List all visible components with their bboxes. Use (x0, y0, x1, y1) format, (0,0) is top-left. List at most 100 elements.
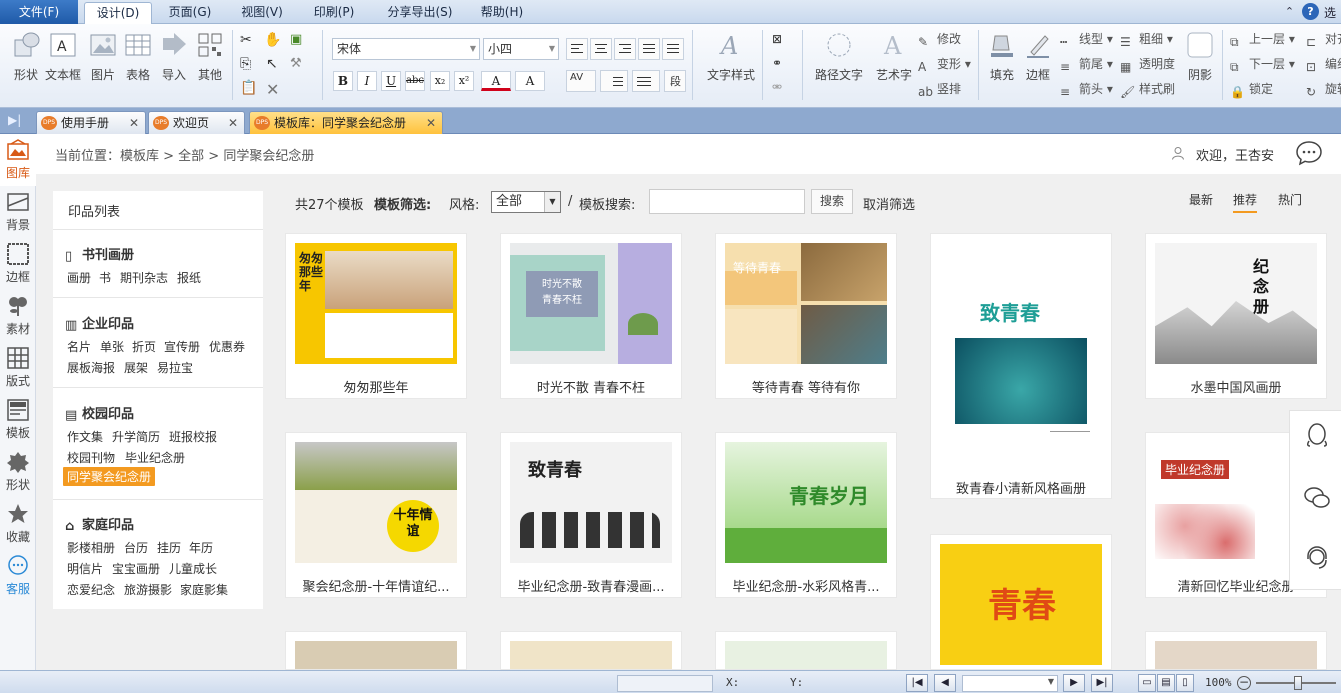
align-button[interactable]: ⊏对齐 (1306, 30, 1341, 49)
template-card[interactable]: 青春岁月 毕业纪念册-水彩风格青... (715, 432, 897, 598)
highlight-button[interactable]: A (515, 71, 545, 91)
textbox-button[interactable]: A 文本框 (45, 30, 81, 83)
justify-button[interactable] (638, 38, 660, 60)
superscript-button[interactable]: x² (454, 71, 474, 91)
unlink-icon[interactable]: ⚮ (772, 80, 790, 98)
category-link[interactable]: 升学简历 (112, 428, 160, 445)
format-painter-button[interactable]: 🖌 样式刷 (1120, 80, 1175, 99)
template-card[interactable]: 致青春 毕业纪念册-致青春漫画... (500, 432, 682, 598)
close-icon[interactable]: ✕ (426, 112, 436, 134)
category-link[interactable]: 折页 (132, 338, 156, 355)
arrow-tail-button[interactable]: ≡ 箭尾 ▾ (1060, 55, 1113, 74)
message-bubble-icon[interactable] (1295, 140, 1323, 166)
paragraph-button[interactable]: 段 (664, 70, 686, 92)
line-spacing-button[interactable] (600, 70, 628, 92)
category-link[interactable]: 影楼相册 (67, 539, 115, 556)
template-card[interactable]: 青春 (930, 534, 1112, 670)
strikethrough-button[interactable]: abc (405, 71, 425, 91)
letter-spacing-button[interactable]: AV (566, 70, 596, 92)
template-card[interactable]: 纪念册 水墨中国风画册 (1145, 233, 1327, 399)
subscript-button[interactable]: x₂ (430, 71, 450, 91)
category-link[interactable]: 书 (99, 269, 111, 286)
align-right-button[interactable] (614, 38, 636, 60)
category-link[interactable]: 家庭影集 (180, 581, 228, 598)
view-mode-single-icon[interactable]: ▭ (1138, 674, 1156, 692)
menu-print[interactable]: 印刷(P) (304, 0, 364, 24)
last-page-button[interactable]: ▶| (1091, 674, 1113, 692)
category-books[interactable]: ▯ 书刊画册 (65, 244, 134, 264)
image-button[interactable]: 图片 (85, 30, 121, 83)
category-link[interactable]: 作文集 (67, 428, 103, 445)
insert-image-small-icon[interactable]: ▣ (290, 32, 308, 50)
font-name-select[interactable]: 宋体 ▼ (332, 38, 480, 60)
template-card[interactable] (285, 631, 467, 670)
tool-template[interactable]: 模板 (0, 394, 36, 446)
send-backward-button[interactable]: ⧉ 下一层 ▾ (1230, 55, 1295, 74)
line-type-button[interactable]: ┅ 线型 ▾ (1060, 30, 1113, 49)
sidebar-toggle-icon[interactable]: ▶| (8, 113, 21, 127)
tab-user-manual[interactable]: DPS 使用手册 ✕ (36, 111, 146, 134)
category-link[interactable]: 宝宝画册 (112, 560, 160, 577)
tab-template-library[interactable]: DPS 模板库：同学聚会纪念册 ✕ (249, 111, 443, 134)
template-card[interactable] (500, 631, 682, 670)
shadow-button[interactable]: 阴影 (1182, 30, 1218, 83)
first-page-button[interactable]: |◀ (906, 674, 928, 692)
category-link[interactable]: 班报校报 (169, 428, 217, 445)
shape-button[interactable]: 形状 (8, 30, 44, 83)
tool-customer-service[interactable]: 客服 (0, 550, 36, 602)
group-button[interactable]: ⊡编组 (1306, 55, 1341, 74)
category-family[interactable]: ⌂ 家庭印品 (65, 514, 134, 534)
opacity-button[interactable]: ▦ 透明度 (1120, 55, 1175, 74)
template-card[interactable] (1145, 631, 1327, 670)
view-mode-spread-icon[interactable]: ▯ (1176, 674, 1194, 692)
tool-favorites[interactable]: 收藏 (0, 498, 36, 550)
align-left-button[interactable] (566, 38, 588, 60)
template-card[interactable]: 时光不散 青春不枉 时光不散 青春不枉 (500, 233, 682, 399)
category-link[interactable]: 画册 (67, 269, 91, 286)
zoom-slider-thumb[interactable] (1294, 676, 1302, 690)
cancel-filter-link[interactable]: 取消筛选 (863, 194, 915, 213)
tool-layout[interactable]: 版式 (0, 342, 36, 394)
other-button[interactable]: 其他 (192, 30, 228, 83)
art-text-button[interactable]: A 艺术字 (874, 30, 914, 83)
underline-button[interactable]: U (381, 71, 401, 91)
category-campus[interactable]: ▤ 校园印品 (65, 403, 134, 423)
tool-border[interactable]: 边框 (0, 238, 36, 290)
column-button[interactable] (632, 70, 660, 92)
template-card[interactable] (715, 631, 897, 670)
import-button[interactable]: 导入 (156, 30, 192, 83)
cut-icon[interactable]: ✂ (240, 32, 258, 50)
options-label[interactable]: 选 (1324, 4, 1336, 21)
category-link[interactable]: 单张 (100, 338, 124, 355)
font-size-select[interactable]: 小四 ▼ (483, 38, 559, 60)
category-link[interactable]: 期刊杂志 (120, 269, 168, 286)
category-enterprise[interactable]: ▥ 企业印品 (65, 313, 134, 333)
category-link[interactable]: 儿童成长 (169, 560, 217, 577)
lock-button[interactable]: 🔒 锁定 (1230, 80, 1273, 99)
prev-page-button[interactable]: ◀ (934, 674, 956, 692)
art-transform-button[interactable]: A 变形 ▾ (918, 55, 971, 74)
menu-help[interactable]: 帮助(H) (472, 0, 532, 24)
collapse-ribbon-icon[interactable]: ⌃ (1281, 3, 1298, 20)
italic-button[interactable]: I (357, 71, 377, 91)
table-button[interactable]: 表格 (120, 30, 156, 83)
sort-tab-newest[interactable]: 最新 (1189, 191, 1213, 208)
menu-design[interactable]: 设计(D) (84, 2, 152, 25)
tab-welcome[interactable]: DPS 欢迎页 ✕ (148, 111, 245, 134)
text-style-button[interactable]: A 文字样式 (706, 30, 756, 83)
magic-wand-icon[interactable]: ⚒ (290, 56, 308, 74)
menu-share-export[interactable]: 分享导出(S) (380, 0, 460, 24)
category-link[interactable]: 报纸 (177, 269, 201, 286)
distribute-button[interactable] (662, 38, 684, 60)
template-card[interactable]: 十年情谊 聚会纪念册-十年情谊纪... (285, 432, 467, 598)
page-select[interactable]: ▼ (962, 675, 1058, 692)
category-link-selected[interactable]: 同学聚会纪念册 (63, 467, 156, 486)
category-link[interactable]: 挂历 (157, 539, 181, 556)
menu-view[interactable]: 视图(V) (232, 0, 292, 24)
template-search-input[interactable] (649, 189, 805, 214)
path-text-button[interactable]: 路径文字 (813, 30, 865, 83)
help-icon[interactable]: ? (1302, 3, 1319, 20)
delete-icon[interactable]: ✕ (266, 80, 284, 99)
border-button[interactable]: 边框 (1020, 30, 1056, 83)
template-card[interactable]: 等待青春 等待青春 等待有你 (715, 233, 897, 399)
